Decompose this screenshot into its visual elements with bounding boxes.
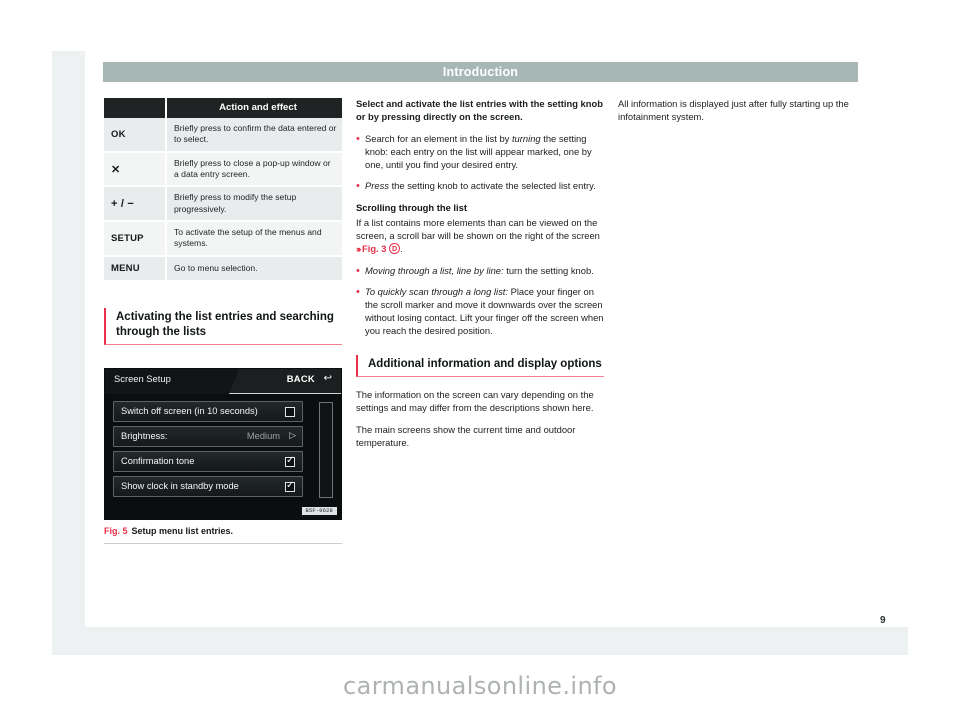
table-row: + / − Briefly press to modify the setup … — [104, 186, 342, 223]
middle-column: Select and activate the list entries wit… — [356, 98, 604, 459]
checkbox-icon[interactable] — [285, 480, 295, 492]
table-cell-key: SETUP — [104, 221, 166, 257]
screen-back-button[interactable]: BACK — [287, 373, 315, 384]
page-header-title: Introduction — [442, 65, 519, 79]
list-item[interactable]: Show clock in standby mode — [113, 476, 303, 497]
bullet-3-italic: Moving through a list, line by line: — [365, 264, 504, 276]
bullet-4-italic: To quickly scan through a long list: — [365, 285, 508, 297]
scroll-para-post: . — [400, 242, 403, 254]
bullet-2-post: the setting knob to activate the selecte… — [388, 179, 596, 191]
list-item-label: Switch off screen (in 10 seconds) — [121, 406, 258, 416]
bullet-1-italic: turning — [511, 132, 541, 144]
table-cell-description: Go to menu selection. — [165, 255, 342, 282]
list-item-label: Brightness: — [121, 431, 168, 441]
list-item: Moving through a list, line by line: tur… — [356, 264, 604, 279]
list-item: To quickly scan through a long list: Pla… — [356, 285, 604, 338]
table-header-action-effect: Action and effect — [165, 98, 342, 118]
list-item[interactable]: Confirmation tone — [113, 451, 303, 472]
list-item[interactable]: Switch off screen (in 10 seconds) — [113, 401, 303, 422]
bullet-2-italic: Press — [365, 179, 389, 191]
left-column: Action and effect OK Briefly press to co… — [104, 98, 342, 357]
table-cell-key: OK — [104, 118, 166, 153]
figure-image-code: B5F-0628 — [301, 507, 337, 515]
section-heading-activating-list-entries: Activating the list entries and searchin… — [104, 307, 342, 346]
figure-reference-link[interactable]: Fig. 3 — [362, 243, 386, 254]
list-item-label: Confirmation tone — [121, 456, 195, 466]
subheading-scrolling-through-list: Scrolling through the list — [356, 201, 467, 213]
table-header-blank — [104, 98, 166, 118]
list-item: Press the setting knob to activate the s… — [356, 179, 604, 194]
table-cell-description: Briefly press to modify the setup progre… — [165, 186, 342, 223]
page-number: 9 — [880, 615, 886, 626]
section-heading-additional-information: Additional information and display optio… — [356, 354, 604, 377]
additional-paragraph-1: The information on the screen can vary d… — [356, 388, 594, 413]
infotainment-screen: Screen Setup BACK ↩ Switch off screen (i… — [104, 368, 342, 520]
table-row: OK Briefly press to confirm the data ent… — [104, 118, 342, 153]
table-cell-description: To activate the setup of the menus and s… — [165, 221, 342, 257]
list-item-value: Medium — [246, 431, 280, 441]
reference-chevrons-icon: ››› — [356, 242, 362, 254]
table-row: MENU Go to menu selection. — [104, 255, 342, 282]
table-cell-key: ✕ — [104, 151, 166, 188]
table-cell-description: Briefly press to close a pop-up window o… — [165, 151, 342, 188]
right-column: All information is displayed just after … — [618, 98, 868, 133]
bullet-3-post: turn the setting knob. — [503, 264, 594, 276]
table-cell-description: Briefly press to confirm the data entere… — [165, 118, 342, 153]
middle-bullet-list-1: Search for an element in the list by tur… — [356, 132, 604, 194]
table-cell-key: + / − — [104, 186, 166, 223]
list-item[interactable]: Brightness: Medium ▷ — [113, 426, 303, 447]
checkbox-icon[interactable] — [285, 455, 295, 467]
back-arrow-icon[interactable]: ↩ — [324, 373, 332, 384]
list-item-label: Show clock in standby mode — [121, 481, 239, 491]
additional-paragraph-2: The main screens show the current time a… — [356, 423, 576, 448]
checkbox-icon[interactable] — [285, 407, 295, 417]
scroll-para-pre: If a list contains more elements than ca… — [356, 216, 600, 241]
screen-list: Switch off screen (in 10 seconds) Bright… — [113, 401, 303, 501]
page-header-bar: Introduction — [103, 62, 858, 82]
screen-title-label: Screen Setup — [114, 373, 171, 384]
key-action-table: Action and effect OK Briefly press to co… — [104, 98, 342, 282]
list-item: Search for an element in the list by tur… — [356, 132, 604, 172]
scrolling-paragraph: If a list contains more elements than ca… — [356, 217, 604, 256]
table-row: ✕ Briefly press to close a pop-up window… — [104, 151, 342, 188]
table-cell-key: MENU — [104, 255, 166, 282]
figure-caption-text: Setup menu list entries. — [131, 526, 234, 536]
figure-caption: Fig. 5 Setup menu list entries. — [104, 526, 342, 544]
screen-scrollbar[interactable] — [319, 402, 333, 498]
table-header-row: Action and effect — [104, 98, 342, 118]
chevron-right-icon[interactable]: ▷ — [289, 430, 296, 441]
right-paragraph-1: All information is displayed just after … — [618, 98, 849, 122]
middle-intro-bold-paragraph: Select and activate the list entries wit… — [356, 98, 603, 122]
watermark-text: carmanualsonline.info — [343, 672, 617, 700]
figure-5-block: Screen Setup BACK ↩ Switch off screen (i… — [104, 368, 342, 544]
middle-bullet-list-2: Moving through a list, line by line: tur… — [356, 264, 604, 338]
callout-letter-badge: D — [389, 242, 401, 254]
table-row: SETUP To activate the setup of the menus… — [104, 221, 342, 257]
bullet-1-pre: Search for an element in the list by — [365, 132, 512, 144]
figure-caption-number: Fig. 5 — [104, 526, 128, 536]
